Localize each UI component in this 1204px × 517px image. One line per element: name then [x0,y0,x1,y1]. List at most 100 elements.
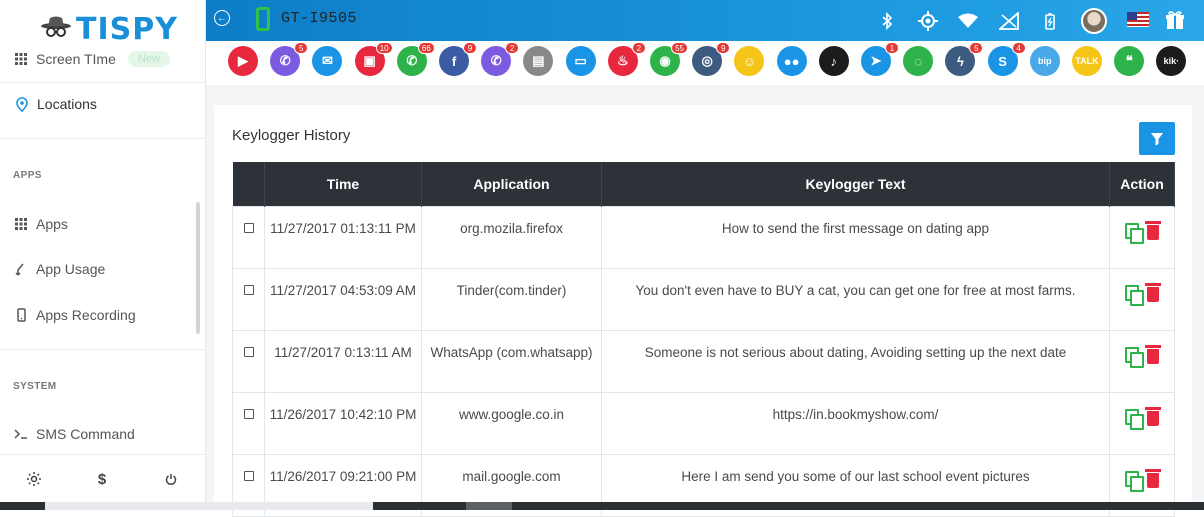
instagram-app-icon[interactable]: ◎ 9 [692,42,731,76]
notification-count-badge: 9 [463,42,477,54]
row-checkbox[interactable] [243,346,254,357]
signal-icon[interactable] [998,10,1020,32]
kik-glyph: kik· [1163,56,1180,66]
bip-app-icon[interactable]: bip [1029,46,1060,76]
table-row: 11/27/2017 04:53:09 AM Tinder(com.tinder)… [232,267,1175,331]
row-select-cell [232,329,265,393]
mobile-icon [14,308,28,322]
bluetooth-icon[interactable] [876,10,898,32]
delete-icon[interactable] [1145,468,1161,488]
facebook-app-icon[interactable]: f9 [439,42,477,76]
sidebar-item-label: App Usage [36,261,106,277]
table-body: 11/27/2017 01:13:11 PM org.mozila.firefox… [232,205,1175,517]
keylogger-text-cell: https://in.bookmyshow.com/ [601,391,1110,455]
telegram-app-icon[interactable]: ➤ 1 [861,42,899,76]
column-header-time[interactable]: Time [264,162,422,206]
row-checkbox[interactable] [243,408,254,419]
settings-icon[interactable] [24,469,44,489]
notification-count-badge: 55 [671,42,688,54]
grid-icon [14,52,28,66]
sidebar-footer: $ [0,454,205,502]
keylogger-text-cell: Someone is not serious about dating, Avo… [601,329,1110,393]
sidebar-item-screen-time[interactable]: Screen TIme New [14,49,170,69]
kakaotalk-app-icon[interactable]: TALK [1072,46,1102,76]
sidebar-item-apps[interactable]: Apps [14,214,68,234]
battery-icon[interactable] [1039,10,1061,32]
column-header-keylogger-text[interactable]: Keylogger Text [601,162,1110,206]
flickr-glyph: ●● [783,53,800,69]
whatsapp-app-icon[interactable]: ✆ 66 [396,42,435,76]
tiktok-app-icon[interactable]: ♪ [818,46,849,76]
copy-icon[interactable] [1125,284,1144,306]
grid-icon [14,217,28,231]
sidebar-item-sms-command[interactable]: SMS Command [14,424,135,444]
section-heading-system: SYSTEM [13,381,57,392]
notification-count-badge: 1 [885,42,899,54]
copy-icon[interactable] [1125,408,1144,430]
viber-glyph: ✆ [490,53,502,68]
row-checkbox[interactable] [243,284,254,295]
delete-icon[interactable] [1145,406,1161,426]
hangouts-app-icon[interactable]: ❝ [1114,46,1145,76]
clipboard-glyph: ▤ [532,53,545,68]
sidebar-item-label: Apps Recording [36,307,136,323]
back-icon[interactable]: ← [214,10,230,26]
terminal-icon [14,427,28,441]
brand-name: TISPY [76,11,178,47]
copy-icon[interactable] [1125,222,1144,244]
copy-icon[interactable] [1125,470,1144,492]
new-badge: New [127,51,170,67]
sidebar-item-apps-recording[interactable]: Apps Recording [14,305,136,325]
delete-icon[interactable] [1145,344,1161,364]
us-flag-icon[interactable] [1127,12,1149,27]
camera-app-icon[interactable]: ▶ [228,46,258,76]
column-header-application[interactable]: Application [421,162,602,206]
power-icon[interactable] [161,469,181,489]
wechat-app-icon[interactable]: ◉ 55 [650,42,688,76]
kik-app-icon[interactable]: kik· [1156,46,1187,76]
divider [0,349,205,350]
screen-app-icon[interactable]: ▭ [565,46,596,76]
action-cell [1109,329,1175,393]
sidebar-scrollbar[interactable] [196,202,200,334]
sidebar-item-locations[interactable]: Locations [15,94,97,114]
viber-app-icon[interactable]: ✆ 2 [481,42,520,76]
skype-app-icon[interactable]: S4 [987,42,1026,76]
snapchat-app-icon[interactable]: ☺ [734,46,765,76]
gps-icon[interactable] [917,10,939,32]
avatar[interactable] [1081,8,1107,34]
device-name[interactable]: GT-I9505 [281,10,357,27]
section-heading-apps: APPS [13,170,42,181]
main-content: Keylogger History Time Application Keylo… [206,85,1204,517]
gift-icon[interactable] [1164,9,1186,31]
filter-button[interactable] [1139,122,1175,155]
notification-count-badge: 2 [505,42,520,54]
flickr-app-icon[interactable]: ●● [776,46,807,76]
row-checkbox[interactable] [243,222,254,233]
delete-icon[interactable] [1145,282,1161,302]
photos-app-icon[interactable]: ▣ 10 [354,42,393,76]
brand-logo[interactable]: TISPY [40,11,178,47]
dollar-icon[interactable]: $ [92,469,112,489]
sidebar-item-label: SMS Command [36,426,135,442]
tinder-app-icon[interactable]: ♨ 2 [607,42,646,76]
time-cell: 11/27/2017 0:13:11 AM [264,329,422,393]
keylogger-table: Time Application Keylogger Text Action 1… [232,162,1175,517]
clipboard-app-icon[interactable]: ▤ [523,46,554,76]
calls-app-icon[interactable]: ✆ 5 [270,42,309,76]
table-row: 11/27/2017 0:13:11 AM WhatsApp (com.whats… [232,329,1175,393]
sidebar-item-app-usage[interactable]: App Usage [14,259,105,279]
sidebar-item-label: Apps [36,216,68,232]
wifi-icon[interactable] [957,10,979,32]
copy-icon[interactable] [1125,346,1144,368]
messenger-app-icon[interactable]: ϟ5 [945,42,984,76]
wechat-glyph: ◉ [659,53,671,68]
bip-glyph: bip [1038,56,1052,66]
time-cell: 11/27/2017 01:13:11 PM [264,205,422,269]
application-cell: Tinder(com.tinder) [421,267,602,331]
email-app-icon[interactable]: ✉ [312,46,343,76]
delete-icon[interactable] [1145,220,1161,240]
line-app-icon[interactable]: ◌ [903,46,934,76]
notification-count-badge: 66 [417,42,435,54]
row-checkbox[interactable] [243,470,254,481]
